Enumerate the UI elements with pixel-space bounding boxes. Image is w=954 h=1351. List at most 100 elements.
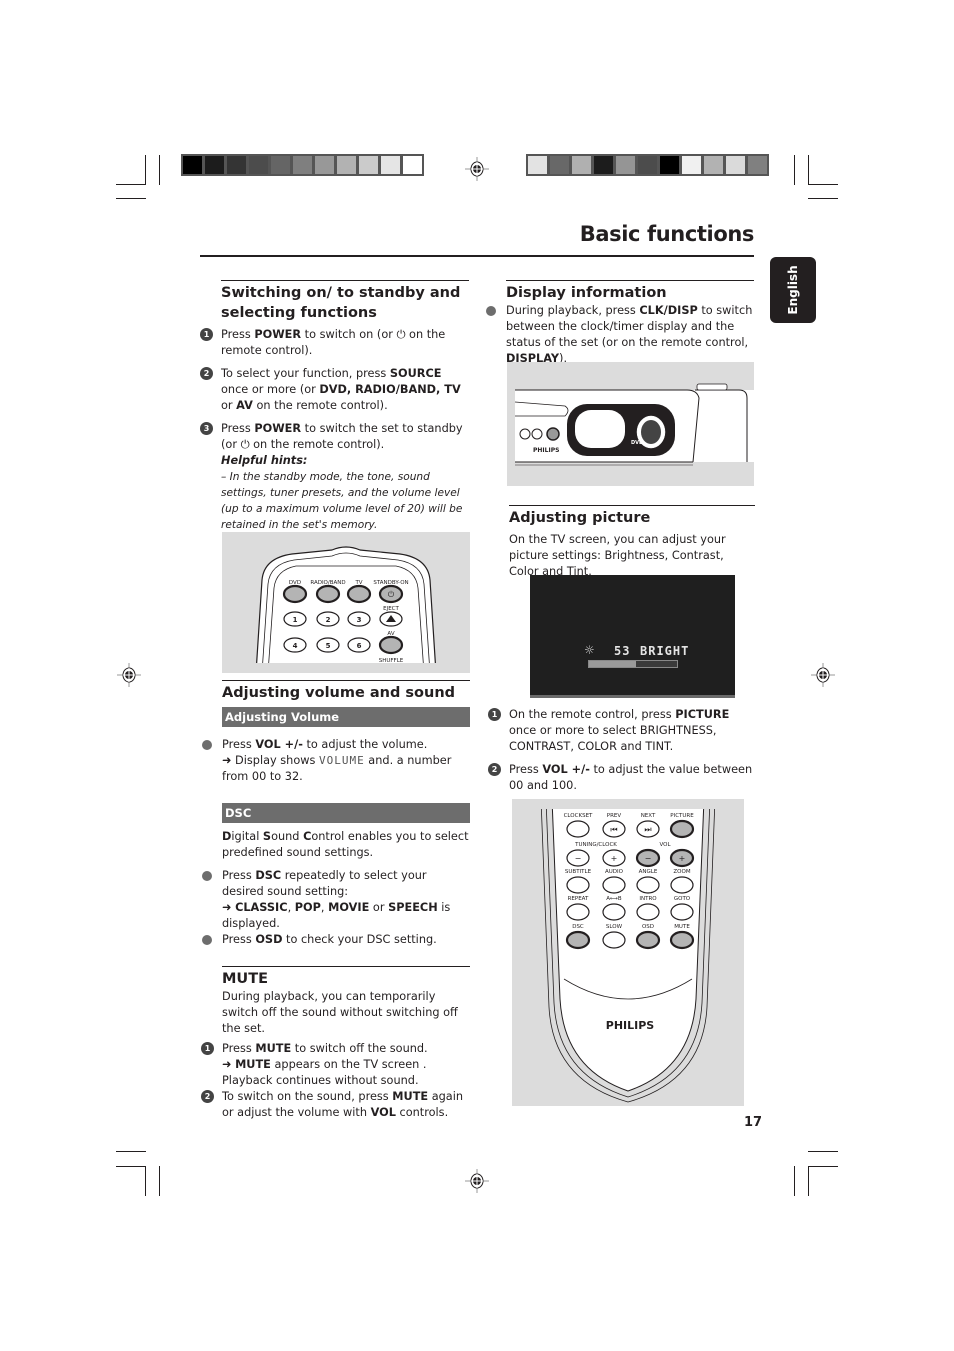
section-divider (222, 966, 470, 967)
osd-value: 53 (614, 644, 631, 658)
section-heading: MUTE (222, 971, 268, 987)
right-column: Display information During playback, pre… (486, 280, 754, 367)
section-display-info: Display information During playback, pre… (486, 280, 754, 367)
color-swatch (293, 156, 312, 174)
picture-step-1: 1 On the remote control, press PICTURE o… (488, 707, 755, 755)
crop-mark (145, 155, 146, 185)
remote-button (602, 931, 626, 949)
osd-level-fill (589, 661, 636, 667)
crop-mark (794, 1166, 795, 1196)
crop-mark (159, 1166, 160, 1196)
page-title: Basic functions (579, 222, 755, 246)
remote-control-bottom-figure: CLOCKSET PREV NEXT PICTURE SUBTITLE AUDIO ANGL… (512, 799, 744, 1106)
osd-label: BRIGHT (640, 644, 690, 658)
remote-label: SUBTITLE (565, 869, 592, 875)
color-swatch (704, 156, 723, 174)
remote-label: A⟷B (606, 896, 622, 902)
color-swatch (205, 156, 224, 174)
color-swatch (594, 156, 613, 174)
step-2: 2 To select your function, press SOURCE … (200, 366, 469, 414)
remote-label: ANGLE (639, 869, 658, 875)
device-brand-label: PHILIPS (533, 447, 559, 454)
dsc-step-2: Press OSD to check your DSC setting. (202, 932, 470, 948)
remote-button-2: 2 (326, 616, 331, 624)
remote-button-glyph: ⏮ (610, 825, 617, 834)
remote-label: GOTO (674, 896, 691, 902)
remote-label: PICTURE (670, 813, 694, 819)
remote-button (602, 876, 626, 894)
remote-label: ZOOM (673, 869, 690, 875)
section-heading: Adjusting volume and sound (222, 685, 456, 701)
crop-mark (794, 155, 795, 185)
page-number: 17 (744, 1115, 763, 1130)
color-calibration-bar-right (526, 154, 769, 176)
color-swatch (550, 156, 569, 174)
step-number-2: 2 (200, 367, 213, 380)
remote-button (636, 903, 660, 921)
remote-label-eject: EJECT (383, 606, 399, 612)
color-swatch (381, 156, 400, 174)
color-calibration-bar-left (181, 154, 424, 176)
remote-label: PREV (607, 813, 622, 819)
remote-button-glyph: − (645, 854, 652, 863)
crop-mark (116, 1151, 146, 1152)
color-swatch (271, 156, 290, 174)
right-column-picture: Adjusting picture On the TV screen, you … (509, 505, 755, 580)
color-swatch (337, 156, 356, 174)
color-swatch (748, 156, 767, 174)
remote-label: DSC (572, 924, 584, 930)
color-swatch (726, 156, 745, 174)
bullet-icon (202, 740, 212, 750)
crop-mark (808, 1166, 838, 1167)
title-divider (200, 255, 754, 257)
remote-label: INTRO (639, 896, 657, 902)
mute-step-1: 1 Press MUTE to switch off the sound. ➜ … (201, 1041, 470, 1089)
step-3: 3 Press POWER to switch the set to stand… (200, 421, 469, 533)
section-divider (506, 280, 754, 281)
crop-mark (159, 155, 160, 185)
brightness-icon: ☼ (584, 643, 595, 657)
power-icon: ⏻ (240, 438, 250, 451)
step-number-1: 1 (488, 708, 501, 721)
remote-button-glyph: + (611, 854, 618, 863)
section-picture: Adjusting picture On the TV screen, you … (509, 505, 755, 580)
step-number-1: 1 (200, 328, 213, 341)
remote-button (670, 876, 694, 894)
remote-button (565, 930, 591, 950)
registration-mark-icon (811, 663, 835, 687)
color-swatch (572, 156, 591, 174)
remote-button (602, 903, 626, 921)
display-step: During playback, press CLK/DISP to switc… (486, 303, 754, 367)
color-swatch (682, 156, 701, 174)
crop-mark (808, 155, 809, 185)
svg-text:DVD: DVD (631, 440, 643, 446)
bullet-icon (202, 935, 212, 945)
remote-brand-label: PHILIPS (606, 1019, 655, 1032)
remote-button (669, 819, 695, 839)
remote-label: NEXT (641, 813, 656, 819)
crop-mark (145, 1166, 146, 1196)
subsection-bar-volume: Adjusting Volume (222, 707, 470, 727)
color-swatch (660, 156, 679, 174)
remote-button-glyph: + (679, 854, 686, 863)
section-switching: Switching on/ to standby and selecting f… (200, 280, 469, 533)
remote-button (566, 820, 590, 838)
device-front-panel-figure: PHILIPS DVD (507, 362, 754, 486)
step-number-2: 2 (201, 1090, 214, 1103)
standby-icon: ⏻ (388, 590, 395, 599)
color-swatch (616, 156, 635, 174)
left-column-lower: Adjusting volume and sound Adjusting Vol… (201, 680, 470, 1121)
tv-screen-figure: ☼ 53 BRIGHT (530, 575, 735, 698)
hints-title: Helpful hints: (221, 454, 308, 467)
language-tab: English (770, 257, 816, 323)
crop-mark (116, 184, 146, 185)
step-1: 1 Press POWER to switch on (or ⏻ on the … (200, 327, 469, 359)
section-divider (509, 505, 755, 506)
right-column-picture-steps: 1 On the remote control, press PICTURE o… (488, 707, 755, 794)
crop-mark (808, 1151, 838, 1152)
remote-button-3: 3 (357, 616, 362, 624)
remote-label: REPEAT (568, 896, 589, 902)
section-heading: Display information (506, 285, 667, 301)
remote-label: MUTE (674, 924, 690, 930)
remote-button (670, 903, 694, 921)
